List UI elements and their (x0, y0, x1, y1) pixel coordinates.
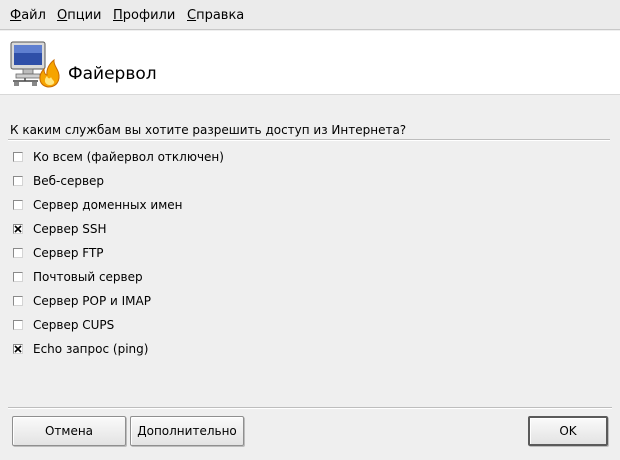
menu-bar: Файл Опции Профили Справка (0, 0, 620, 30)
menu-profiles-mnemonic: П (113, 8, 123, 23)
menu-options[interactable]: Опции (57, 8, 101, 24)
option-cups-server[interactable]: Сервер CUPS (13, 313, 573, 337)
menu-file[interactable]: Файл (10, 8, 46, 24)
option-label: Сервер FTP (33, 246, 104, 260)
option-label: Веб-сервер (33, 174, 105, 188)
checkbox[interactable] (13, 200, 23, 210)
option-label: Echo запрос (ping) (33, 342, 149, 356)
checkbox[interactable] (13, 272, 23, 282)
option-label: Сервер POP и IMAP (33, 294, 151, 308)
cancel-button[interactable]: Отмена (12, 416, 126, 446)
question-separator (8, 139, 610, 141)
button-bar-separator (8, 407, 612, 409)
checkbox[interactable] (13, 296, 23, 306)
option-dns-server[interactable]: Сервер доменных имен (13, 193, 573, 217)
menu-profiles[interactable]: Профили (113, 8, 175, 24)
menu-options-label: пции (67, 8, 102, 23)
option-label: Сервер CUPS (33, 318, 115, 332)
menu-options-mnemonic: О (57, 8, 68, 23)
option-label: Ко всем (файервол отключен) (33, 150, 224, 164)
computer-with-flame-icon (10, 41, 60, 88)
option-web-server[interactable]: Веб-сервер (13, 169, 573, 193)
option-ssh-server[interactable]: Сервер SSH (13, 217, 573, 241)
menu-file-mnemonic: Ф (10, 8, 22, 23)
service-options-list: Ко всем (файервол отключен) Веб-сервер С… (13, 145, 573, 361)
checkbox[interactable] (13, 320, 23, 330)
checkbox[interactable] (13, 248, 23, 258)
option-all-services[interactable]: Ко всем (файервол отключен) (13, 145, 573, 169)
checkbox[interactable] (13, 344, 23, 354)
page-title: Файервол (68, 64, 157, 84)
option-label: Почтовый сервер (33, 270, 143, 284)
advanced-button[interactable]: Дополнительно (130, 416, 244, 446)
menu-help[interactable]: Справка (187, 8, 244, 24)
menu-profiles-label: рофили (122, 8, 176, 23)
option-mail-server[interactable]: Почтовый сервер (13, 265, 573, 289)
checkbox[interactable] (13, 152, 23, 162)
check-mark-icon (14, 225, 22, 233)
option-label: Сервер SSH (33, 222, 107, 236)
question-label: К каким службам вы хотите разрешить дост… (10, 123, 407, 137)
checkbox[interactable] (13, 224, 23, 234)
menu-help-mnemonic: С (187, 8, 197, 23)
menu-file-label: айл (21, 8, 46, 23)
check-mark-icon (14, 345, 22, 353)
option-ftp-server[interactable]: Сервер FTP (13, 241, 573, 265)
header-banner: Файервол (0, 31, 620, 95)
option-echo-ping[interactable]: Echo запрос (ping) (13, 337, 573, 361)
checkbox[interactable] (13, 176, 23, 186)
option-pop-imap-server[interactable]: Сервер POP и IMAP (13, 289, 573, 313)
ok-button[interactable]: OK (528, 416, 608, 446)
option-label: Сервер доменных имен (33, 198, 183, 212)
menu-help-label: правка (196, 8, 245, 23)
